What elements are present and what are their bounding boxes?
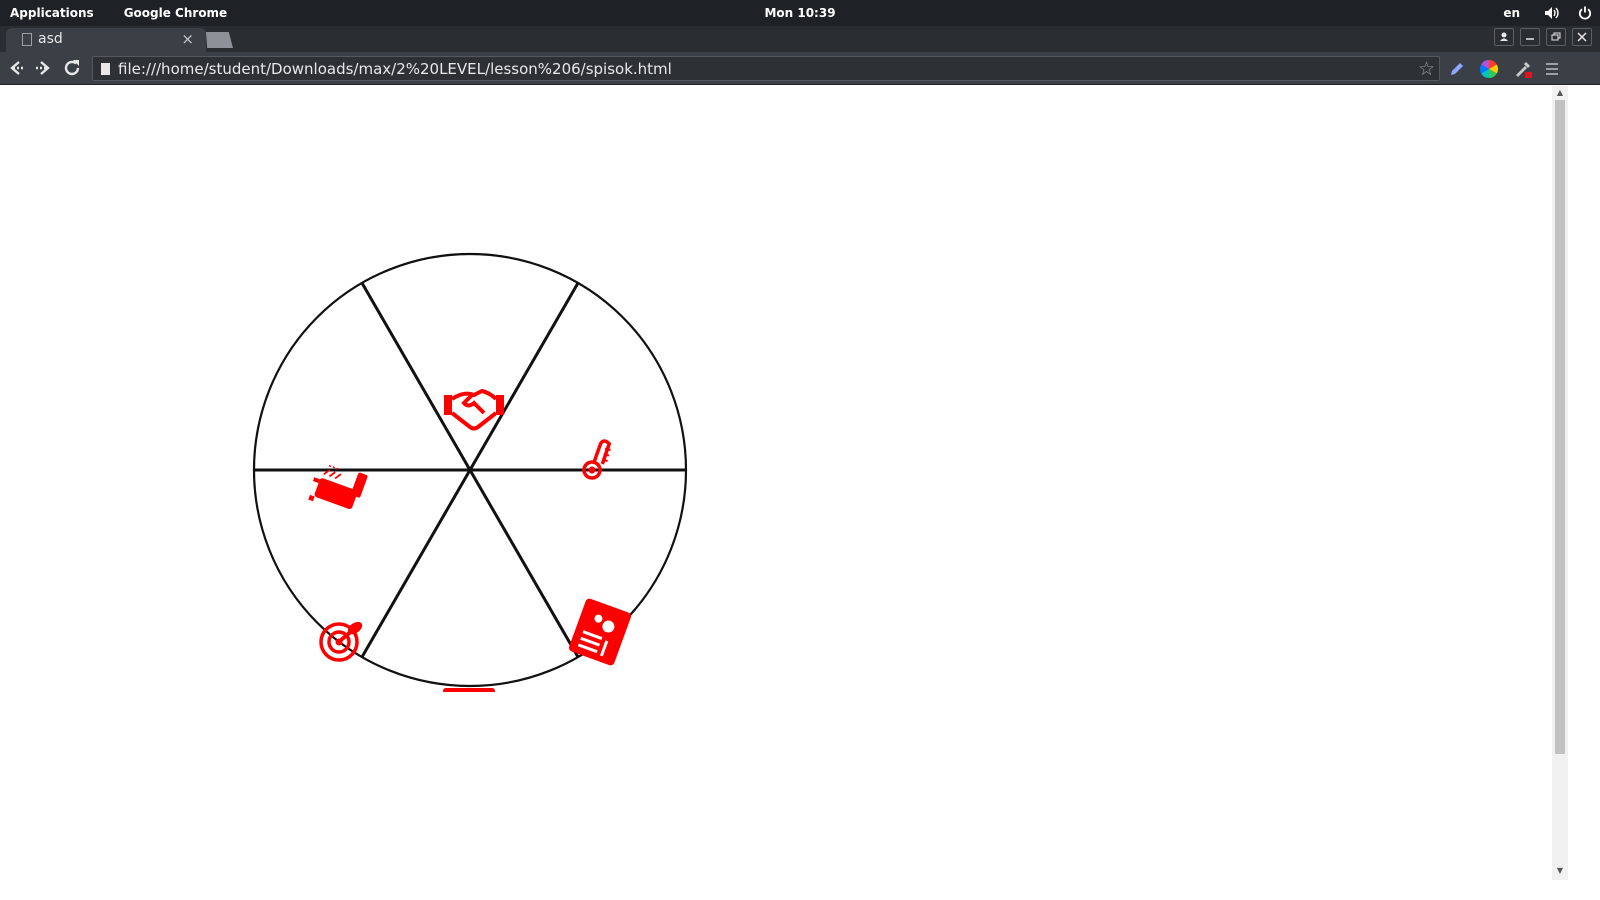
reload-button[interactable]: [60, 57, 84, 79]
new-tab-button[interactable]: [206, 32, 233, 48]
browser-toolbar: file:///home/student/Downloads/max/2%20L…: [0, 52, 1600, 85]
page-icon: [101, 63, 110, 75]
os-top-panel: Applications Google Chrome Mon 10:39 en: [0, 0, 1600, 26]
scroll-down-icon[interactable]: ▼: [1552, 866, 1568, 878]
forward-arrow-icon: [36, 61, 50, 75]
tab-asd[interactable]: asd ×: [6, 28, 206, 52]
forward-button[interactable]: [32, 57, 56, 79]
back-arrow-icon: [10, 61, 23, 75]
applications-menu[interactable]: Applications: [10, 6, 94, 20]
url-text: file:///home/student/Downloads/max/2%20L…: [118, 60, 672, 78]
back-button[interactable]: [4, 57, 28, 79]
menu-icon[interactable]: [1543, 59, 1563, 79]
scrollbar-thumb[interactable]: [1555, 100, 1565, 754]
keyboard-layout-indicator[interactable]: en: [1503, 6, 1520, 20]
minimize-icon[interactable]: [1520, 28, 1540, 46]
icon-wheel: [252, 252, 692, 728]
close-icon[interactable]: [1572, 28, 1592, 46]
tab-title: asd: [38, 31, 63, 47]
tab-strip: asd ×: [0, 26, 1600, 52]
window-controls: [1494, 28, 1592, 46]
page-scrollbar[interactable]: ▲ ▼: [1552, 86, 1568, 880]
power-icon[interactable]: [1578, 6, 1592, 20]
page-viewport: [0, 86, 1552, 900]
restore-icon[interactable]: [1546, 28, 1566, 46]
scroll-up-icon[interactable]: ▲: [1552, 88, 1568, 100]
reload-icon: [64, 60, 80, 76]
license-card-icon[interactable]: [443, 688, 495, 728]
bookmark-star-icon[interactable]: ☆: [1418, 58, 1435, 80]
volume-icon[interactable]: [1544, 6, 1560, 20]
eyedropper-icon[interactable]: [1513, 59, 1533, 79]
user-icon[interactable]: [1494, 28, 1514, 46]
active-app-menu[interactable]: Google Chrome: [124, 6, 228, 20]
address-bar[interactable]: file:///home/student/Downloads/max/2%20L…: [92, 56, 1440, 81]
color-wheel-icon[interactable]: [1479, 59, 1499, 79]
tab-close-button[interactable]: ×: [181, 30, 194, 48]
pencil-icon[interactable]: [1447, 59, 1467, 79]
clock[interactable]: Mon 10:39: [0, 0, 1600, 26]
file-icon: [22, 33, 32, 46]
